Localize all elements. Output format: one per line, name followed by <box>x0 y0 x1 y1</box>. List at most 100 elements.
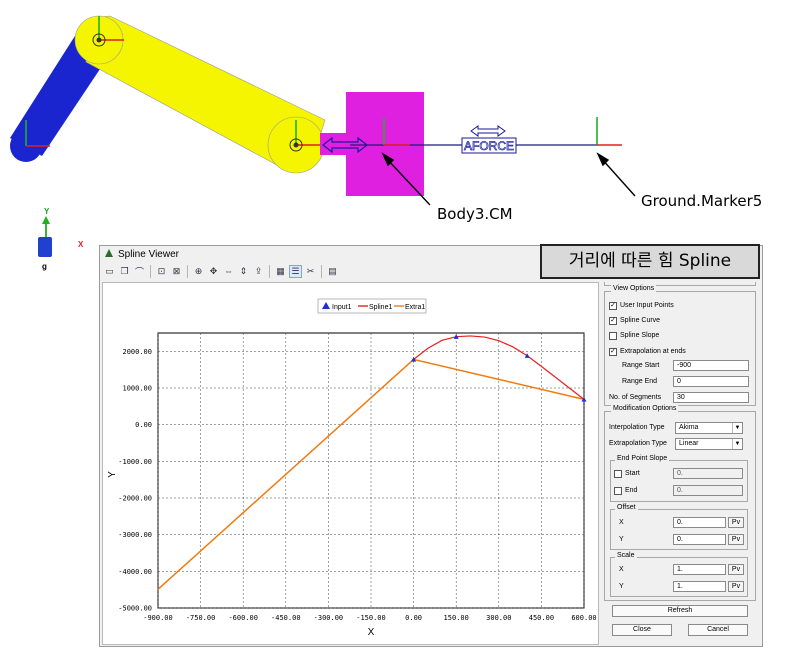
segments-label: No. of Segments <box>609 394 662 401</box>
aforce-label: AFORCE <box>464 139 514 153</box>
extrapolation-type-label: Extrapolation Type <box>609 440 667 447</box>
open-icon[interactable]: ▭ <box>103 265 116 278</box>
end-point-slope-title: End Point Slope <box>615 455 670 462</box>
aforce-arrow-icon <box>470 125 506 137</box>
scale-group: Scale X 1. Pv Y 1. Pv <box>610 552 748 597</box>
scale-x-label: X <box>619 566 624 573</box>
y-tick-label: -4000.00 <box>118 568 152 576</box>
flip-v-icon[interactable]: ⇕ <box>237 265 250 278</box>
legend-input1-label: Input1 <box>332 304 352 311</box>
legend-extra1-label: Extra1 <box>405 304 425 311</box>
x-tick-label: -450.00 <box>271 614 301 622</box>
y-tick-label: 1000.00 <box>122 385 152 393</box>
copy-icon[interactable]: ❐ <box>118 265 131 278</box>
spline-slope-label: Spline Slope <box>620 332 660 339</box>
interpolation-type-value: Akima <box>679 424 699 431</box>
extrapolation-at-ends-label: Extrapolation at ends <box>620 348 686 355</box>
zoom-box-icon[interactable]: ⊠ <box>170 265 183 278</box>
callout-body3-label: Body3.CM <box>437 205 513 223</box>
grid-icon[interactable]: ▦ <box>274 265 287 278</box>
toolbar-separator <box>269 264 270 278</box>
table-icon[interactable]: ☰ <box>289 264 302 278</box>
export-icon[interactable]: ⇪ <box>252 265 265 278</box>
callout-ground-label: Ground.Marker5 <box>641 192 763 210</box>
marker-ground-marker5 <box>596 117 622 146</box>
x-tick-label: 0.00 <box>405 614 422 622</box>
offset-x-input[interactable]: 0. <box>673 517 726 528</box>
scale-y-input[interactable]: 1. <box>673 581 726 592</box>
spline-curve-checkbox[interactable]: ✓ <box>609 317 617 325</box>
x-axis-label: X <box>368 627 375 638</box>
overlay-title-box: 거리에 따른 힘 Spline <box>540 244 760 279</box>
x-tick-label: 300.00 <box>486 614 511 622</box>
range-start-input[interactable]: -900 <box>673 360 749 371</box>
scale-y-label: Y <box>619 583 624 590</box>
scale-x-input[interactable]: 1. <box>673 564 726 575</box>
x-tick-label: -300.00 <box>314 614 344 622</box>
pan-icon[interactable]: ✥ <box>207 265 220 278</box>
y-tick-label: -5000.00 <box>118 605 152 613</box>
scale-title: Scale <box>615 552 637 559</box>
start-slope-label: Start <box>625 470 640 477</box>
extrapolation-at-ends-checkbox[interactable]: ✓ <box>609 348 617 356</box>
x-tick-label: -900.00 <box>143 614 173 622</box>
plot-icon[interactable]: ⌒ <box>133 265 146 278</box>
extrapolation-type-value: Linear <box>679 440 699 447</box>
range-end-label: Range End <box>622 378 658 385</box>
offset-y-label: Y <box>619 536 624 543</box>
y-tick-label: -3000.00 <box>118 531 152 539</box>
interpolation-type-label: Interpolation Type <box>609 424 665 431</box>
flip-h-icon[interactable]: ⇔ <box>222 265 235 278</box>
offset-y-input[interactable]: 0. <box>673 534 726 545</box>
settings-icon[interactable]: ✂ <box>304 265 317 278</box>
offset-group: Offset X 0. Pv Y 0. Pv <box>610 504 748 550</box>
extrapolation-type-select[interactable]: Linear ▼ <box>675 438 743 450</box>
spline-slope-checkbox[interactable] <box>609 332 617 340</box>
x-tick-label: 450.00 <box>529 614 554 622</box>
refresh-button[interactable]: Refresh <box>612 605 748 617</box>
toolbar-separator <box>150 264 151 278</box>
spline-chart: -900.00 -750.00 -600.00 -450.00 -300.00 -150.… <box>107 298 597 638</box>
close-button[interactable]: Close <box>612 624 672 636</box>
legend-spline1-label: Spline1 <box>369 304 392 311</box>
y-tick-label: 2000.00 <box>122 348 152 356</box>
triad-g-icon <box>38 237 52 257</box>
end-slope-input[interactable]: 0. <box>673 485 743 496</box>
start-slope-checkbox[interactable] <box>614 470 622 478</box>
zoom-in-icon[interactable]: ⊕ <box>192 265 205 278</box>
chevron-down-icon: ▼ <box>732 439 742 449</box>
interpolation-type-select[interactable]: Akima ▼ <box>675 422 743 434</box>
end-slope-checkbox[interactable] <box>614 487 622 495</box>
modification-options-title: Modification Options <box>611 405 679 412</box>
range-end-input[interactable]: 0 <box>673 376 749 387</box>
x-tick-label: -600.00 <box>228 614 258 622</box>
help-icon[interactable]: ▤ <box>326 265 339 278</box>
y-axis-label: Y <box>107 471 118 478</box>
callout-arrow-ground <box>596 152 636 197</box>
offset-x-pv-button[interactable]: Pv <box>728 517 744 528</box>
offset-title: Offset <box>615 504 638 511</box>
options-panel: View Options ✓ User Input Points ✓ Splin… <box>604 282 760 645</box>
toolbar: ▭ ❐ ⌒ ⊡ ⊠ ⊕ ✥ ⇔ ⇕ ⇪ ▦ ☰ ✂ ▤ <box>103 263 339 279</box>
toolbar-separator <box>187 264 188 278</box>
y-tick-label: -1000.00 <box>118 458 152 466</box>
scale-x-pv-button[interactable]: Pv <box>728 564 744 575</box>
x-tick-label: 150.00 <box>444 614 469 622</box>
cancel-button[interactable]: Cancel <box>688 624 748 636</box>
x-tick-label: -750.00 <box>186 614 216 622</box>
offset-y-pv-button[interactable]: Pv <box>728 534 744 545</box>
triad-y-label: Y <box>44 207 50 216</box>
chevron-down-icon: ▼ <box>732 423 742 433</box>
zoom-fit-icon[interactable]: ⊡ <box>155 265 168 278</box>
user-input-points-checkbox[interactable]: ✓ <box>609 302 617 310</box>
plot-area[interactable]: -900.00 -750.00 -600.00 -450.00 -300.00 -150.… <box>102 282 599 645</box>
start-slope-input[interactable]: 0. <box>673 468 743 479</box>
window-titlebar: Spline Viewer <box>104 248 179 262</box>
y-tick-label: 0.00 <box>135 421 152 429</box>
spline-viewer-window: Spline Viewer ▭ ❐ ⌒ ⊡ ⊠ ⊕ ✥ ⇔ ⇕ ⇪ ▦ ☰ ✂ … <box>99 245 763 647</box>
end-point-slope-group: End Point Slope Start 0. End 0. <box>610 455 748 502</box>
y-tick-label: -2000.00 <box>118 495 152 503</box>
scale-y-pv-button[interactable]: Pv <box>728 581 744 592</box>
user-input-points-label: User Input Points <box>620 302 674 309</box>
segments-input[interactable]: 30 <box>673 392 749 403</box>
